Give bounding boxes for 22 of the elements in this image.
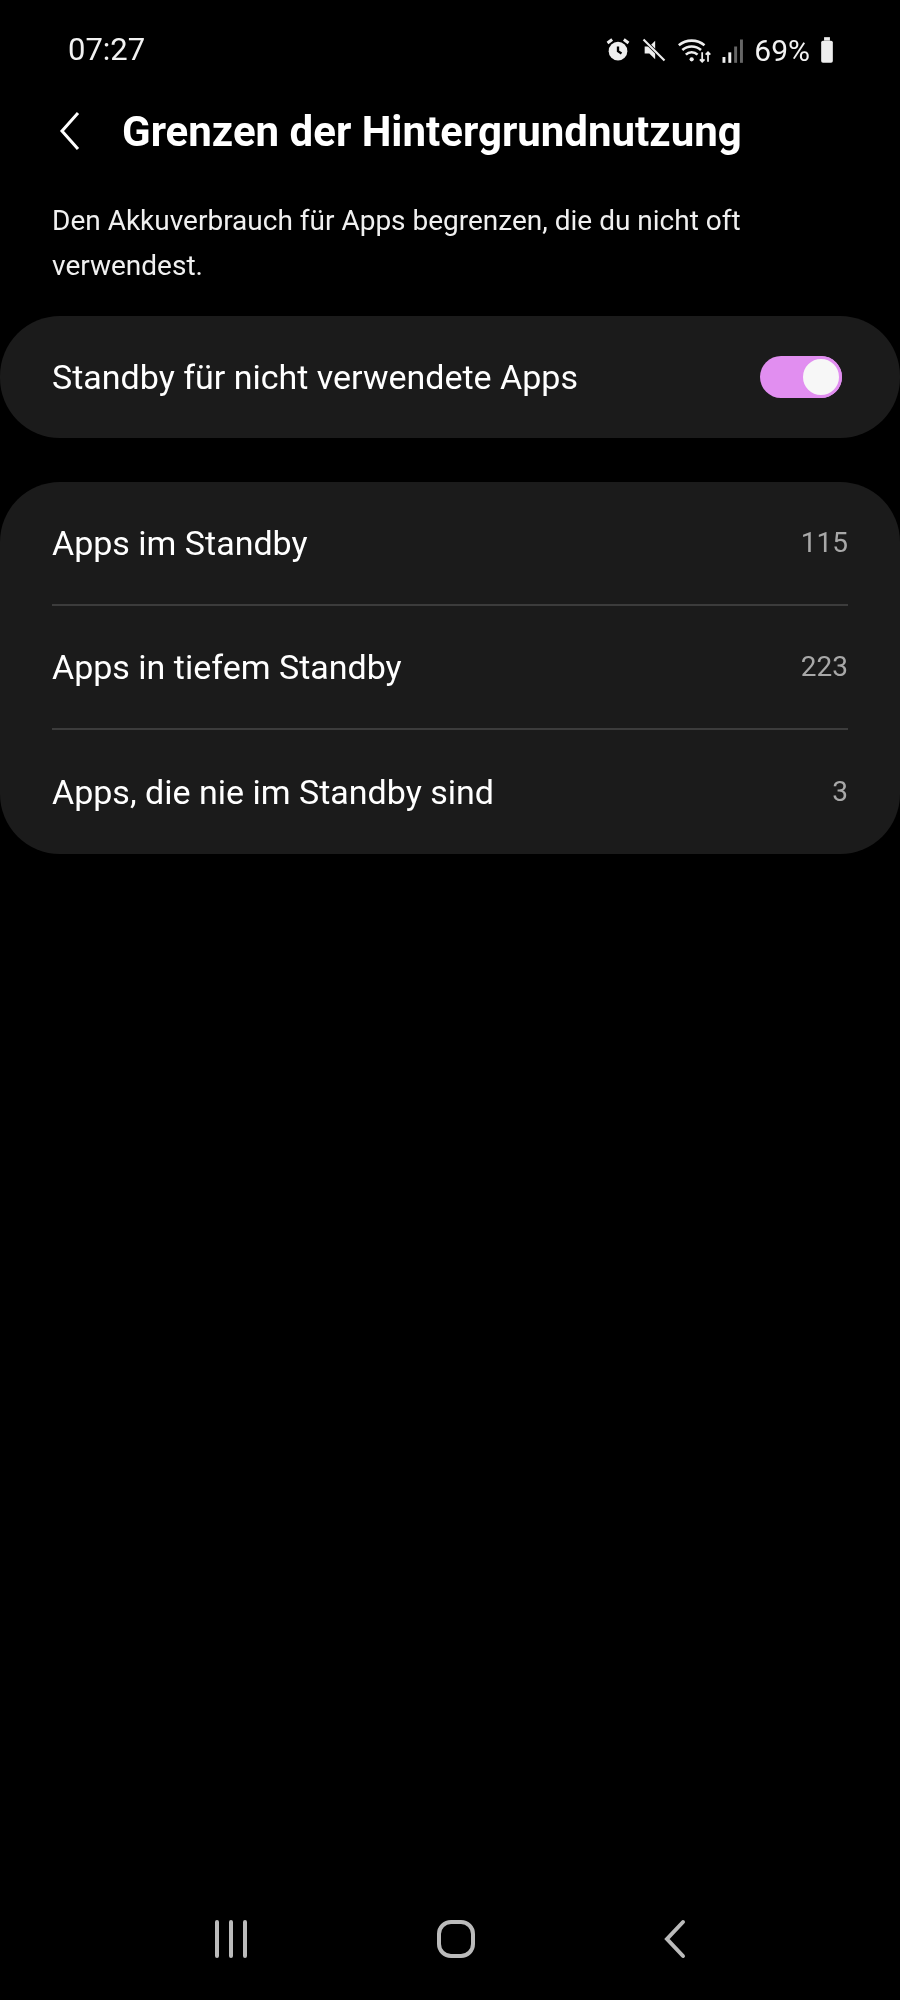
back-nav-button[interactable] xyxy=(662,1919,687,1959)
back-icon xyxy=(662,1919,687,1959)
description-text: Den Akkuverbrauch für Apps begrenzen, die du nicht oft verwendest. xyxy=(51,203,742,284)
toggle-card[interactable]: Standby für nicht verwendete Apps xyxy=(0,316,900,438)
home-button[interactable] xyxy=(436,1919,476,1959)
wifi-icon xyxy=(676,36,713,64)
home-icon xyxy=(436,1919,476,1959)
app-count: 3 xyxy=(832,774,848,810)
recent-apps-button[interactable] xyxy=(213,1920,250,1958)
app-count: 115 xyxy=(800,525,848,561)
app-count: 223 xyxy=(800,649,848,685)
toggle-switch[interactable] xyxy=(760,356,842,398)
battery-percent: 69% xyxy=(754,31,810,70)
list-item-label[interactable]: Apps im Standby xyxy=(52,517,308,569)
battery-icon xyxy=(818,36,836,64)
back-icon xyxy=(58,110,82,152)
list-item-label[interactable]: Apps in tiefem Standby xyxy=(52,641,402,693)
page-title: Grenzen der Hintergrundnutzung xyxy=(122,105,742,158)
toggle-label: Standby für nicht verwendete Apps xyxy=(52,355,578,399)
status-time: 07:27 xyxy=(68,29,146,70)
recent-apps-icon xyxy=(213,1920,250,1958)
list-item-label[interactable]: Apps, die nie im Standby sind xyxy=(52,766,494,818)
